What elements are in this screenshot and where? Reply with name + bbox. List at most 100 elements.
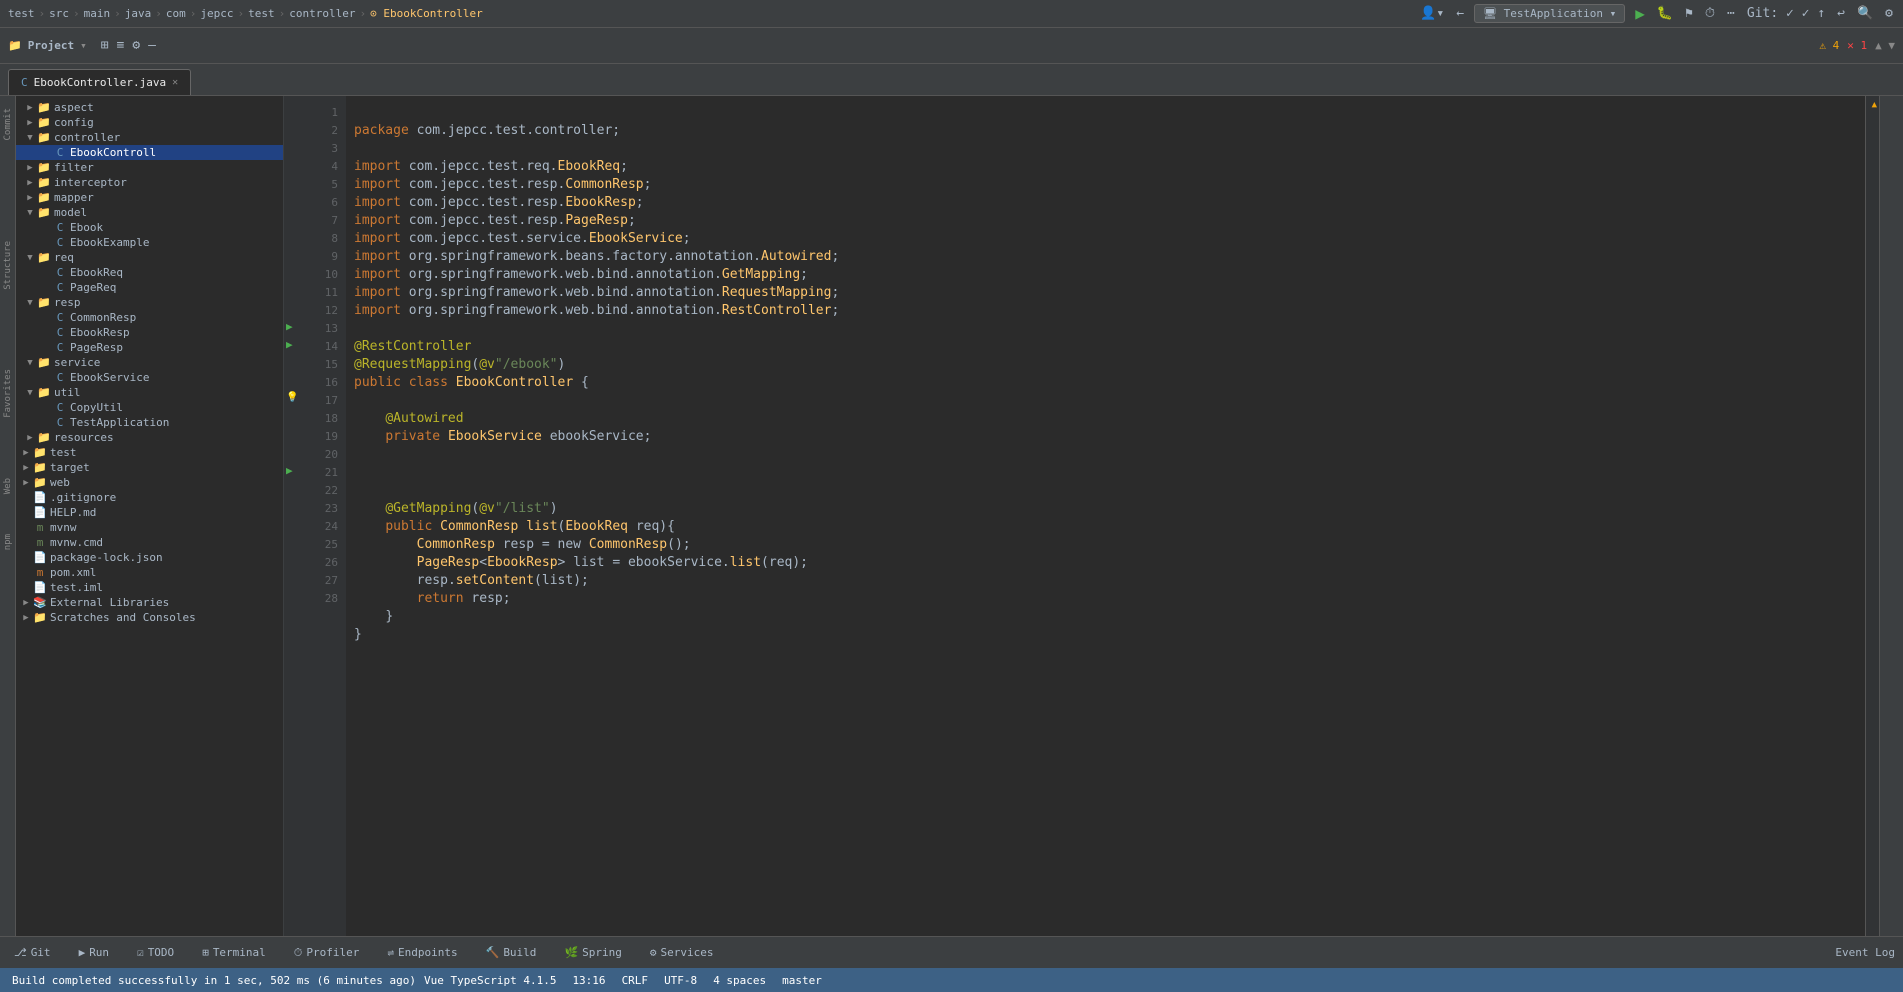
code-editor[interactable]: package com.jepcc.test.controller; impor… — [346, 96, 1865, 936]
tree-item-filter[interactable]: ▶ 📁 filter — [16, 160, 283, 175]
structure-icon[interactable]: Structure — [1, 237, 15, 294]
folder-icon: 📁 — [36, 251, 52, 264]
tree-item-test[interactable]: ▶ 📁 test — [16, 445, 283, 460]
tree-item-testapplication[interactable]: C TestApplication — [16, 415, 283, 430]
tree-item-model[interactable]: ▼ 📁 model — [16, 205, 283, 220]
class-icon: C — [52, 326, 68, 339]
project-label[interactable]: Project — [28, 39, 74, 52]
tree-item-controller[interactable]: ▼ 📁 controller — [16, 130, 283, 145]
bottom-tab-services[interactable]: ⚙ Services — [644, 942, 720, 963]
event-log-btn[interactable]: Event Log — [1835, 946, 1895, 959]
tree-item-web[interactable]: ▶ 📁 web — [16, 475, 283, 490]
tree-item-pageresp[interactable]: C PageResp — [16, 340, 283, 355]
bottom-tab-build[interactable]: 🔨 Build — [480, 942, 543, 963]
bc-controller[interactable]: controller — [289, 7, 355, 20]
tree-label: Scratches and Consoles — [50, 611, 196, 624]
tree-item-scratches[interactable]: ▶ 📁 Scratches and Consoles — [16, 610, 283, 625]
bc-test2[interactable]: test — [248, 7, 275, 20]
tree-label: EbookExample — [70, 236, 149, 249]
tree-item-ebookreq[interactable]: C EbookReq — [16, 265, 283, 280]
type-info[interactable]: Vue TypeScript 4.1.5 — [424, 974, 556, 987]
tree-item-ebookcontroller[interactable]: C EbookControll — [16, 145, 283, 160]
bottom-tab-label: Terminal — [213, 946, 266, 959]
bottom-tab-profiler[interactable]: ⏱ Profiler — [288, 942, 366, 964]
bottom-panel: ⎇ Git ▶ Run ☑ TODO ⊞ Terminal ⏱ Profiler… — [0, 936, 1903, 968]
tree-item-req[interactable]: ▼ 📁 req — [16, 250, 283, 265]
tree-item-gitignore[interactable]: 📄 .gitignore — [16, 490, 283, 505]
bottom-tab-terminal[interactable]: ⊞ Terminal — [196, 942, 272, 963]
right-scrollbar[interactable]: ▲ — [1865, 96, 1879, 936]
tree-item-ebookexample[interactable]: C EbookExample — [16, 235, 283, 250]
user-icon[interactable]: 👤▾ — [1418, 4, 1446, 23]
tree-item-commonresp[interactable]: C CommonResp — [16, 310, 283, 325]
bottom-tab-run[interactable]: ▶ Run — [73, 942, 116, 963]
tree-item-mvnwcmd[interactable]: m mvnw.cmd — [16, 535, 283, 550]
bottom-tab-git[interactable]: ⎇ Git — [8, 942, 57, 963]
tree-label: model — [54, 206, 87, 219]
run-gutter-icon: ▶ — [286, 320, 293, 333]
bc-jepcc[interactable]: jepcc — [200, 7, 233, 20]
bc-main[interactable]: main — [84, 7, 111, 20]
bc-com[interactable]: com — [166, 7, 186, 20]
bc-src[interactable]: src — [49, 7, 69, 20]
tree-item-pagereq[interactable]: C PageReq — [16, 280, 283, 295]
tree-item-ebookservice[interactable]: C EbookService — [16, 370, 283, 385]
tree-item-helpmd[interactable]: 📄 HELP.md — [16, 505, 283, 520]
bc-test[interactable]: test — [8, 7, 35, 20]
line-numbers: 1 2 3 4 5 6 7 8 9 10 11 12 13 14 15 16 1… — [302, 96, 346, 936]
tree-item-interceptor[interactable]: ▶ 📁 interceptor — [16, 175, 283, 190]
tree-item-copyutil[interactable]: C CopyUtil — [16, 400, 283, 415]
line-sep[interactable]: CRLF — [622, 974, 649, 987]
collapse-all-icon[interactable]: ≡ — [115, 36, 127, 55]
git-branch[interactable]: master — [782, 974, 822, 987]
coverage-icon[interactable]: ⚑ — [1683, 4, 1695, 23]
web-icon[interactable]: Web — [1, 474, 15, 498]
close-panel-icon[interactable]: — — [146, 36, 158, 55]
encoding[interactable]: UTF-8 — [664, 974, 697, 987]
npm-icon[interactable]: npm — [1, 530, 15, 554]
profile-icon[interactable]: ⏱ — [1703, 4, 1717, 23]
tree-item-ebookresp[interactable]: C EbookResp — [16, 325, 283, 340]
tree-item-resources[interactable]: ▶ 📁 resources — [16, 430, 283, 445]
tree-arrow: ▼ — [24, 253, 36, 263]
tab-ebook-controller[interactable]: C EbookController.java ✕ — [8, 69, 191, 95]
git-status-icon[interactable]: Git: ✓ ✓ ↑ — [1745, 4, 1827, 23]
bc-java[interactable]: java — [125, 7, 152, 20]
tab-close-icon[interactable]: ✕ — [172, 77, 178, 88]
tree-item-service[interactable]: ▼ 📁 service — [16, 355, 283, 370]
tree-item-extlibs[interactable]: ▶ 📚 External Libraries — [16, 595, 283, 610]
more-icon[interactable]: ⋯ — [1725, 4, 1737, 23]
expand-warnings-icon[interactable]: ▲ ▼ — [1875, 39, 1895, 52]
tree-arrow: ▶ — [24, 178, 36, 188]
tree-label: controller — [54, 131, 120, 144]
bc-class[interactable]: ⊙ EbookController — [370, 7, 483, 20]
tree-item-ebook[interactable]: C Ebook — [16, 220, 283, 235]
search-icon[interactable]: 🔍 — [1855, 4, 1875, 23]
tree-item-config[interactable]: ▶ 📁 config — [16, 115, 283, 130]
bottom-tab-spring[interactable]: 🌿 Spring — [558, 942, 627, 963]
settings2-icon[interactable]: ⚙ — [130, 36, 142, 55]
tree-item-resp[interactable]: ▼ 📁 resp — [16, 295, 283, 310]
cursor-position[interactable]: 13:16 — [572, 974, 605, 987]
tree-item-pomxml[interactable]: m pom.xml — [16, 565, 283, 580]
tree-item-aspect[interactable]: ▶ 📁 aspect — [16, 100, 283, 115]
commit-icon[interactable]: Commit — [1, 104, 15, 145]
indent[interactable]: 4 spaces — [713, 974, 766, 987]
run-config[interactable]: 🖥 TestApplication ▾ — [1474, 4, 1625, 23]
tree-item-target[interactable]: ▶ 📁 target — [16, 460, 283, 475]
class-icon: C — [52, 236, 68, 249]
debug-icon[interactable]: 🐛 — [1655, 4, 1675, 23]
tree-item-mapper[interactable]: ▶ 📁 mapper — [16, 190, 283, 205]
nav-back-icon[interactable]: ← — [1454, 4, 1466, 23]
undo-icon[interactable]: ↩ — [1835, 4, 1847, 23]
settings-icon[interactable]: ⚙ — [1883, 4, 1895, 23]
bottom-tab-endpoints[interactable]: ⇌ Endpoints — [381, 942, 463, 963]
favorites-icon[interactable]: Favorites — [1, 365, 15, 422]
tree-item-util[interactable]: ▼ 📁 util — [16, 385, 283, 400]
tree-item-mvnw[interactable]: m mvnw — [16, 520, 283, 535]
expand-all-icon[interactable]: ⊞ — [99, 36, 111, 55]
bottom-tab-todo[interactable]: ☑ TODO — [131, 942, 180, 963]
tree-item-testiml[interactable]: 📄 test.iml — [16, 580, 283, 595]
tree-item-packagelock[interactable]: 📄 package-lock.json — [16, 550, 283, 565]
run-button[interactable]: ▶ — [1633, 2, 1647, 25]
